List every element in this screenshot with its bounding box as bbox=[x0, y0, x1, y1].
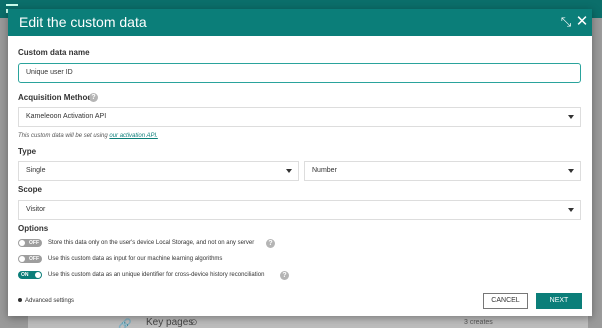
background-row-meta: 3 creates bbox=[464, 319, 493, 326]
help-icon[interactable]: ? bbox=[280, 271, 289, 280]
scope-label: Scope bbox=[18, 185, 43, 194]
cross-device-toggle[interactable]: ON bbox=[18, 271, 42, 279]
local-storage-option-text: Store this data only on the user's devic… bbox=[48, 240, 255, 246]
toggle-state: ON bbox=[21, 272, 29, 278]
acquisition-method-value: Kameleoon Activation API bbox=[26, 113, 107, 120]
toggle-knob bbox=[35, 272, 41, 278]
chevron-down-icon bbox=[568, 115, 574, 119]
activation-api-link[interactable]: our activation API. bbox=[109, 133, 157, 139]
next-button[interactable]: NEXT bbox=[536, 293, 582, 309]
type-label: Type bbox=[18, 147, 37, 156]
help-icon[interactable]: ? bbox=[89, 93, 98, 102]
gear-icon bbox=[18, 298, 22, 303]
format-select[interactable]: Number bbox=[304, 161, 581, 181]
link-icon: 🔗 bbox=[118, 319, 132, 328]
chevron-down-icon bbox=[286, 169, 292, 173]
toggle-state: OFF bbox=[29, 240, 39, 246]
format-value: Number bbox=[312, 167, 337, 174]
custom-data-name-input[interactable]: Unique user ID bbox=[18, 63, 581, 83]
scope-select[interactable]: Visitor bbox=[18, 200, 581, 220]
custom-data-name-label: Custom data name bbox=[18, 48, 90, 57]
acquisition-note-text: This custom data will be set using bbox=[18, 133, 110, 139]
type-select[interactable]: Single bbox=[18, 161, 299, 181]
type-value: Single bbox=[26, 167, 46, 174]
chevron-down-icon bbox=[568, 169, 574, 173]
background-row-badge-icon: ⊙ bbox=[190, 317, 198, 327]
close-icon[interactable]: ✕ bbox=[574, 14, 590, 30]
options-label: Options bbox=[18, 224, 49, 233]
advanced-settings-label: Advanced settings bbox=[25, 298, 75, 304]
collapse-icon[interactable]: ⤡ bbox=[558, 14, 574, 30]
acquisition-method-label: Acquisition Method bbox=[18, 93, 93, 102]
modal-title: Edit the custom data bbox=[19, 14, 147, 30]
cross-device-option-text: Use this custom data as an unique identi… bbox=[48, 272, 265, 278]
machine-learning-toggle[interactable]: OFF bbox=[18, 255, 42, 263]
toggle-knob bbox=[19, 240, 25, 246]
acquisition-method-select[interactable]: Kameleoon Activation API bbox=[18, 107, 581, 127]
background-row-label: Key pages bbox=[146, 317, 194, 328]
machine-learning-option-text: Use this custom data as input for our ma… bbox=[48, 256, 223, 262]
custom-data-name-value: Unique user ID bbox=[26, 69, 73, 76]
edit-custom-data-modal: Edit the custom data ⤡ ✕ Custom data nam… bbox=[8, 9, 592, 316]
toggle-knob bbox=[19, 256, 25, 262]
local-storage-toggle[interactable]: OFF bbox=[18, 239, 42, 247]
toggle-state: OFF bbox=[29, 256, 39, 262]
advanced-settings-link[interactable]: Advanced settings bbox=[18, 298, 74, 304]
scope-value: Visitor bbox=[26, 206, 46, 213]
cancel-button[interactable]: CANCEL bbox=[483, 293, 528, 309]
modal-header: Edit the custom data ⤡ ✕ bbox=[8, 9, 592, 36]
chevron-down-icon bbox=[568, 208, 574, 212]
help-icon[interactable]: ? bbox=[266, 239, 275, 248]
acquisition-note: This custom data will be set using our a… bbox=[18, 133, 158, 139]
